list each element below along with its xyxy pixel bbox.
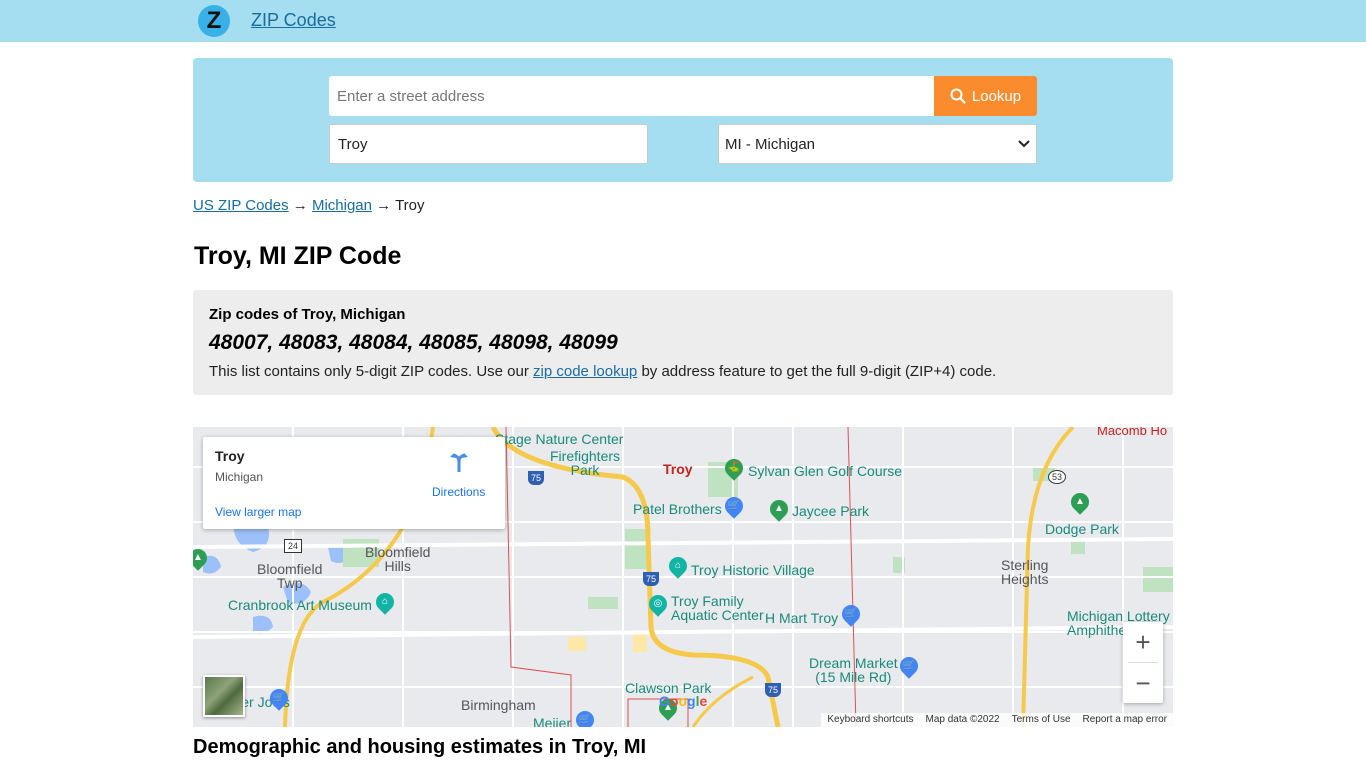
directions-icon[interactable] bbox=[448, 451, 470, 473]
lookup-label: Lookup bbox=[971, 87, 1022, 105]
report-map-error-link[interactable]: Report a map error bbox=[1083, 713, 1167, 727]
city-input[interactable] bbox=[329, 124, 648, 164]
state-select[interactable]: MI - Michigan bbox=[718, 124, 1037, 164]
map-poi-patel-brothers: Patel Brothers bbox=[633, 501, 722, 517]
brand-link[interactable]: ZIP Codes bbox=[251, 10, 336, 31]
museum-icon: ⌂ bbox=[372, 589, 398, 615]
logo-icon[interactable]: Z bbox=[198, 5, 230, 37]
map-poi-meijer: Meijer bbox=[533, 715, 572, 727]
state-selected-value: MI - Michigan bbox=[725, 135, 816, 153]
note-text-after: by address feature to get the full 9-dig… bbox=[637, 363, 997, 380]
us-24-shield: 24 bbox=[284, 539, 302, 553]
interstate-75-shield: 75 bbox=[528, 471, 544, 485]
zip-box-note: This list contains only 5-digit ZIP code… bbox=[209, 363, 996, 380]
lookup-button[interactable]: Lookup bbox=[934, 76, 1037, 116]
page-title: Troy, MI ZIP Code bbox=[194, 242, 402, 270]
info-card-title: Troy bbox=[215, 448, 245, 464]
chevron-down-icon bbox=[1018, 140, 1030, 148]
map-poi-aquatic-center: Troy Family Aquatic Center bbox=[671, 593, 764, 623]
map-poi-firefighters-park: Firefighters Park bbox=[550, 448, 621, 478]
attraction-icon: ◎ bbox=[645, 591, 671, 617]
zoom-out-button[interactable]: − bbox=[1123, 663, 1163, 703]
map-label-bloomfield-twp: Bloomfield Twp bbox=[257, 561, 323, 591]
terms-of-use-link[interactable]: Terms of Use bbox=[1012, 713, 1071, 727]
map-label-macomb: Macomb Ho bbox=[1097, 427, 1168, 438]
map-poi-hmart: H Mart Troy bbox=[765, 610, 839, 626]
breadcrumb-state-link[interactable]: Michigan bbox=[312, 197, 372, 214]
map-data-text: Map data ©2022 bbox=[925, 714, 1000, 725]
m-53-shield: 53 bbox=[1048, 470, 1066, 484]
section-title: Demographic and housing estimates in Tro… bbox=[193, 736, 647, 758]
satellite-toggle[interactable] bbox=[203, 675, 245, 717]
map-label-sterling-heights: Sterling Heights bbox=[1001, 557, 1049, 587]
map-label-birmingham: Birmingham bbox=[461, 697, 536, 713]
shopping-cart-icon: 🛒 bbox=[896, 653, 922, 679]
interstate-75-shield: 75 bbox=[765, 683, 781, 697]
breadcrumb: US ZIP Codes → Michigan → Troy bbox=[193, 197, 425, 214]
search-panel: Lookup MI - Michigan bbox=[193, 58, 1173, 182]
shopping-cart-icon: 🛒 bbox=[572, 707, 598, 727]
zip-lookup-link[interactable]: zip code lookup bbox=[533, 363, 637, 380]
map-label-bloomfield-hills: Bloomfield Hills bbox=[365, 544, 431, 574]
breadcrumb-current: Troy bbox=[395, 197, 425, 214]
info-card-subtitle: Michigan bbox=[215, 470, 264, 484]
map-info-card: Troy Michigan View larger map Directions bbox=[203, 437, 505, 529]
shopping-cart-icon: 🛒 bbox=[838, 601, 864, 627]
map-attribution: Keyboard shortcuts Map data ©2022 Terms … bbox=[821, 713, 1173, 727]
map-poi-historic-village: Troy Historic Village bbox=[691, 562, 815, 578]
breadcrumb-root-link[interactable]: US ZIP Codes bbox=[193, 197, 289, 214]
shopping-cart-icon: 🛒 bbox=[721, 493, 747, 519]
zip-codes-box: Zip codes of Troy, Michigan 48007, 48083… bbox=[193, 290, 1173, 395]
map-poi-jaycee-park: Jaycee Park bbox=[792, 503, 870, 519]
zoom-controls: + − bbox=[1123, 622, 1163, 703]
view-larger-map-link[interactable]: View larger map bbox=[215, 505, 301, 519]
address-input[interactable] bbox=[329, 76, 935, 116]
tree-icon: ▲ bbox=[766, 496, 792, 522]
map-embed[interactable]: Troy Bloomfield Hills Bloomfield Twp Bir… bbox=[193, 427, 1173, 727]
google-logo: Google bbox=[659, 693, 708, 709]
tree-icon: ▲ bbox=[1067, 489, 1093, 515]
interstate-75-shield: 75 bbox=[643, 572, 659, 586]
shopping-cart-icon: 🛒 bbox=[266, 685, 292, 711]
breadcrumb-separator: → bbox=[376, 197, 392, 214]
zoom-in-button[interactable]: + bbox=[1123, 622, 1163, 662]
zip-codes-list: 48007, 48083, 48084, 48085, 48098, 48099 bbox=[209, 331, 618, 354]
map-poi-dream-market: Dream Market (15 Mile Rd) bbox=[809, 655, 898, 685]
map-poi-nature-center: Stage Nature Center bbox=[495, 431, 624, 447]
golf-icon: ⛳ bbox=[721, 455, 747, 481]
directions-link[interactable]: Directions bbox=[432, 485, 485, 499]
map-poi-golf: Sylvan Glen Golf Course bbox=[748, 463, 903, 479]
map-poi-dodge-park: Dodge Park bbox=[1045, 521, 1119, 537]
map-label-troy: Troy bbox=[663, 461, 693, 477]
breadcrumb-separator: → bbox=[292, 197, 308, 214]
zip-box-label: Zip codes of Troy, Michigan bbox=[209, 306, 406, 323]
search-icon bbox=[950, 88, 966, 104]
note-text-before: This list contains only 5-digit ZIP code… bbox=[209, 363, 534, 380]
top-bar: Z ZIP Codes bbox=[0, 0, 1366, 42]
keyboard-shortcuts-link[interactable]: Keyboard shortcuts bbox=[827, 713, 913, 727]
museum-icon: ⌂ bbox=[665, 553, 691, 579]
map-poi-cranbrook: Cranbrook Art Museum bbox=[228, 597, 372, 613]
